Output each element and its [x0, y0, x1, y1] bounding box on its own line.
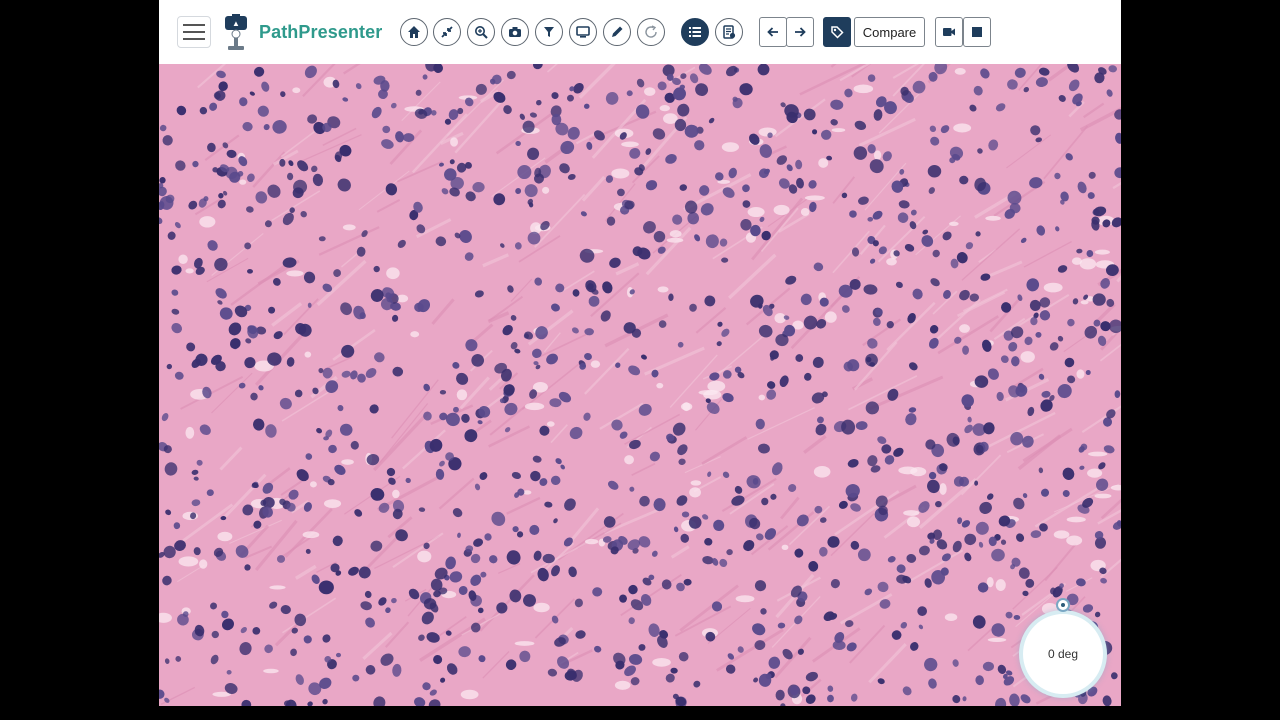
rotation-dial[interactable]: 0 deg [1019, 610, 1107, 698]
slide-viewer[interactable]: 0 deg [159, 64, 1121, 706]
arrow-left-icon [767, 27, 778, 37]
filter-button[interactable] [535, 18, 563, 46]
camera-icon [509, 27, 521, 37]
hamburger-icon [183, 24, 205, 26]
rotation-handle[interactable] [1056, 598, 1070, 612]
rotation-label: 0 deg [1047, 647, 1079, 661]
rotate-button[interactable] [637, 18, 665, 46]
magnifier-zoom-icon [475, 26, 488, 39]
stop-icon [972, 27, 982, 37]
brand-name: PathPresenter [259, 22, 383, 42]
snapshot-button[interactable] [501, 18, 529, 46]
home-icon [408, 26, 420, 38]
list-icon [689, 27, 701, 37]
stop-button[interactable] [963, 17, 991, 47]
toolbar: ▲ PathPresenter Compare [159, 0, 1121, 64]
pencil-icon [612, 26, 623, 37]
pathpresenter-logo-icon: ▲ [219, 14, 253, 52]
tag-icon [831, 26, 844, 39]
refresh-icon [645, 25, 657, 38]
list-button[interactable] [681, 18, 709, 46]
annotate-button[interactable] [603, 18, 631, 46]
hamburger-menu-button[interactable] [177, 16, 211, 48]
fit-view-button[interactable] [433, 18, 461, 46]
arrow-right-icon [795, 27, 806, 37]
document-icon [723, 25, 736, 39]
tag-button[interactable] [823, 17, 851, 47]
monitor-icon [576, 26, 590, 38]
collapse-arrows-icon [441, 26, 453, 38]
pathpresenter-app: ▲ PathPresenter Compare 0 deg [159, 0, 1121, 706]
filter-icon [544, 27, 554, 37]
tissue-image [159, 64, 1121, 706]
zoom-button[interactable] [467, 18, 495, 46]
present-button[interactable] [569, 18, 597, 46]
home-button[interactable] [400, 18, 428, 46]
compare-button[interactable]: Compare [854, 17, 925, 47]
report-button[interactable] [715, 18, 743, 46]
next-slide-button[interactable] [786, 17, 814, 47]
previous-slide-button[interactable] [759, 17, 787, 47]
record-button[interactable] [935, 17, 963, 47]
video-camera-icon [943, 28, 955, 36]
svg-text:▲: ▲ [232, 19, 240, 28]
